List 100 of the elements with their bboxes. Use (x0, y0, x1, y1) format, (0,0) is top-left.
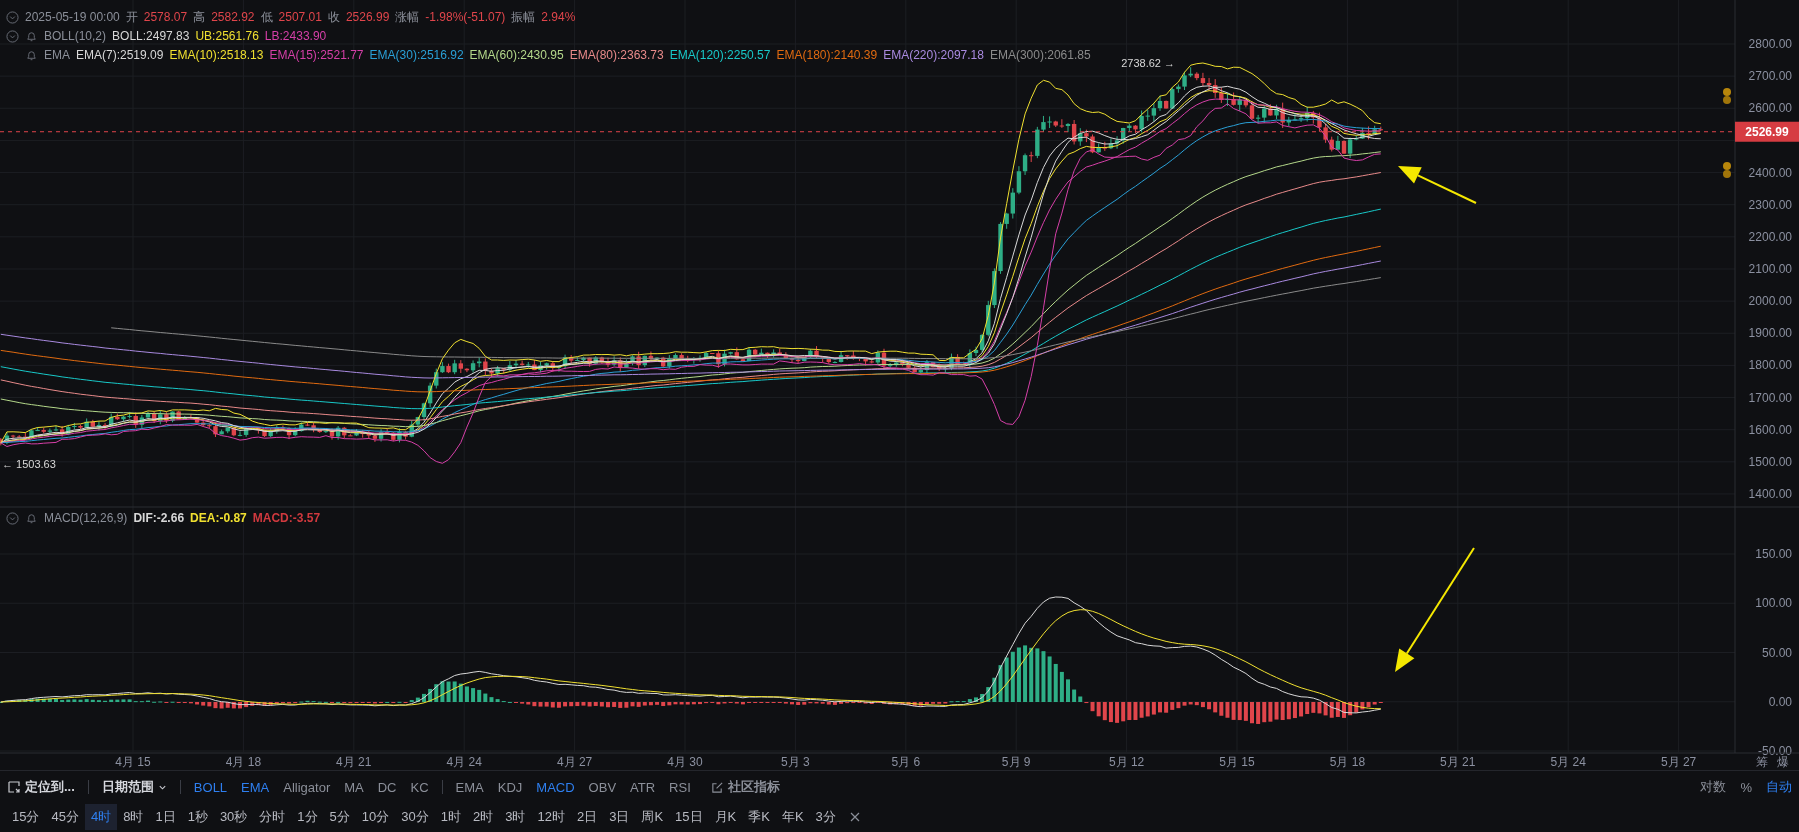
time-axis-label: 4月 18 (225, 755, 262, 769)
indicator-toggle[interactable]: MACD (535, 777, 576, 797)
time-axis-label: 5月 21 (1440, 755, 1476, 769)
indicator-toggle[interactable]: Alligator (282, 777, 332, 797)
timeframe-tab[interactable]: 5分 (323, 804, 356, 830)
timeframe-tab[interactable]: 3分 (809, 804, 842, 830)
time-axis-label: 4月 24 (446, 755, 482, 769)
time-axis-label: 4月 27 (556, 755, 593, 769)
field-value: 2526.99 (345, 10, 390, 24)
indicator-value: EMA(120):2250.57 (669, 48, 771, 62)
time-axis-label: 5月 18 (1329, 755, 1366, 769)
price-axis-label: 2600.00 (1748, 101, 1792, 116)
macd-axis-label: 50.00 (1761, 645, 1792, 660)
time-axis-label: 5月 27 (1660, 755, 1697, 769)
indicator-value: DIF:-2.66 (133, 511, 185, 525)
locate-button[interactable]: 定位到... (6, 776, 76, 798)
price-axis-label: 2700.00 (1748, 69, 1792, 84)
timeframe-tab[interactable]: 年K (775, 804, 810, 830)
indicator-value: EMA(220):2097.18 (883, 48, 984, 62)
timeframe-tab[interactable]: 分时 (253, 804, 292, 830)
field-value: 2578.07 (143, 10, 188, 24)
timeframe-tab[interactable]: 10分 (355, 804, 396, 830)
timeframe-tab[interactable]: 15日 (669, 804, 709, 830)
indicator-toggle[interactable]: DC (376, 777, 398, 797)
timeframe-tab[interactable]: 12时 (531, 804, 571, 830)
indicator-value: EMA(300):2061.85 (989, 48, 1091, 62)
field-label: 振幅 (511, 8, 536, 26)
time-axis-label: 5月 3 (781, 755, 810, 769)
timeframe-tab[interactable]: 1时 (434, 804, 467, 830)
timeframe-tab[interactable]: 月K (708, 804, 743, 830)
indicator-name: BOLL(10,2) (44, 29, 107, 43)
price-axis-label: 2200.00 (1748, 229, 1792, 244)
timeframe-tab[interactable]: 3时 (499, 804, 532, 830)
axis-corner-label: 爆 (1777, 755, 1789, 769)
timeframe-tab[interactable]: 季K (742, 804, 776, 830)
indicator-toggle[interactable]: MA (343, 777, 365, 797)
price-axis-label: 1600.00 (1748, 422, 1792, 437)
indicator-toggle[interactable]: ATR (629, 777, 657, 797)
field-value: 2.94% (541, 10, 576, 24)
price-axis-label: 2400.00 (1748, 165, 1792, 180)
time-axis-label: 5月 9 (1001, 755, 1031, 769)
timeframe-tab[interactable]: 8时 (117, 804, 150, 830)
macd-axis-label: -50.00 (1757, 744, 1792, 758)
timeframe-tab[interactable]: 30分 (395, 804, 435, 830)
price-axis-label: 2100.00 (1748, 262, 1792, 276)
community-indicators-button[interactable]: 社区指标 (709, 776, 781, 798)
timeframe-tab[interactable]: 15分 (6, 804, 46, 830)
indicator-value: BOLL:2497.83 (112, 29, 190, 43)
timeframe-tab[interactable]: 4时 (84, 804, 118, 830)
time-axis-label: 4月 30 (667, 755, 703, 769)
high-price-label: 2738.62 → (1121, 57, 1175, 69)
indicator-toggle[interactable]: RSI (668, 777, 692, 797)
field-label: 高 (193, 8, 206, 26)
macd-axis-label: 100.00 (1755, 596, 1792, 611)
scale-option[interactable]: 对数 (1699, 776, 1728, 798)
indicator-value: DEA:-0.87 (190, 511, 247, 525)
timeframe-tab[interactable]: 周K (635, 804, 670, 830)
indicator-toggle[interactable]: BOLL (192, 777, 229, 797)
price-axis-label: 1800.00 (1748, 358, 1792, 373)
price-axis-label: 1900.00 (1748, 326, 1792, 341)
field-label: 开 (125, 8, 138, 26)
indicator-value: EMA(10):2518.13 (169, 48, 264, 62)
scale-option[interactable]: 自动 (1765, 776, 1793, 798)
field-label: 收 (327, 8, 340, 26)
indicator-name: EMA (44, 48, 70, 62)
scale-option[interactable]: % (1739, 777, 1753, 797)
field-label: 低 (260, 8, 273, 26)
indicator-value: EMA(180):2140.39 (776, 48, 878, 62)
timeframe-tab[interactable]: 3日 (603, 804, 636, 830)
indicator-toggle[interactable]: EMA (454, 777, 485, 797)
indicator-name: MACD(12,26,9) (44, 511, 128, 525)
timeframe-tab[interactable]: 1日 (149, 804, 182, 830)
indicator-toggle[interactable]: KDJ (496, 777, 524, 797)
macd-axis-label: 0.00 (1768, 694, 1792, 709)
indicator-value: EMA(30):2516.92 (369, 48, 464, 62)
macd-axis-label: 150.00 (1755, 547, 1792, 561)
indicator-value: EMA(7):2519.09 (76, 48, 164, 62)
indicator-toggle[interactable]: KC (409, 777, 430, 797)
time-axis-label: 5月 15 (1219, 755, 1255, 769)
price-axis-label: 2800.00 (1748, 37, 1792, 51)
timeframe-tab[interactable]: 1分 (291, 804, 324, 830)
price-axis-label: 1700.00 (1748, 390, 1792, 405)
price-axis-label: 2300.00 (1748, 197, 1792, 212)
timeframe-tab[interactable]: 1秒 (181, 804, 214, 830)
timeframe-tab[interactable]: 45分 (45, 804, 85, 830)
indicator-value: UB:2561.76 (195, 29, 259, 43)
price-axis-label: 1500.00 (1748, 454, 1792, 469)
field-value: 2507.01 (278, 10, 322, 24)
date-range-dropdown[interactable]: 日期范围 (100, 776, 168, 798)
price-axis-label: 2000.00 (1748, 294, 1792, 309)
field-value: 2582.92 (211, 10, 255, 24)
timeframe-tab[interactable]: 30秒 (213, 804, 254, 830)
indicator-value: EMA(15):2521.77 (269, 48, 364, 62)
time-axis-label: 5月 6 (891, 755, 921, 769)
indicator-toggle[interactable]: OBV (587, 777, 618, 797)
timeframe-tab[interactable]: 2日 (570, 804, 604, 830)
indicator-value: LB:2433.90 (264, 29, 327, 43)
timeframe-tab[interactable]: 2时 (467, 804, 500, 830)
price-axis-label: 1400.00 (1748, 486, 1792, 501)
indicator-toggle[interactable]: EMA (240, 777, 271, 797)
